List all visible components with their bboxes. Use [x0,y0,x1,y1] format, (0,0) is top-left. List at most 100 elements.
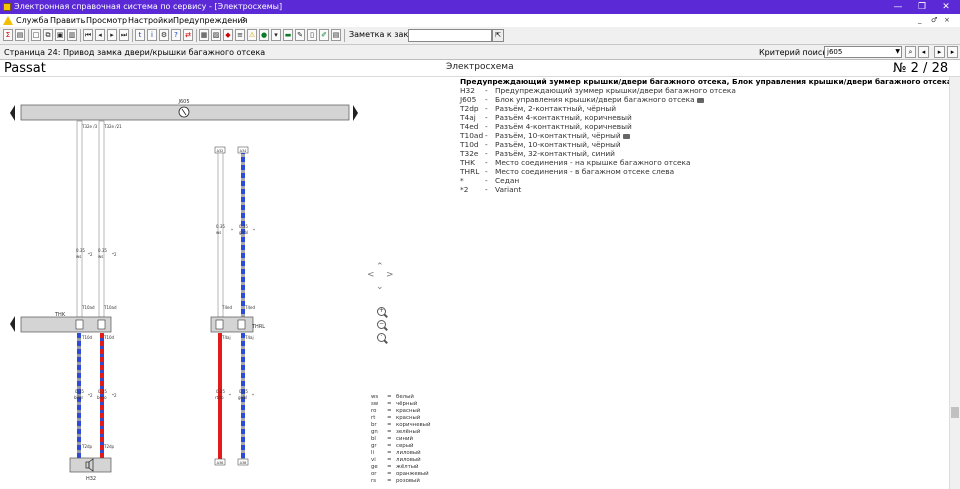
save-icon[interactable]: ▣ [55,29,65,41]
search-criteria-select[interactable]: j605 ▼ [824,46,902,58]
color-code: rt [371,415,376,421]
junction-label: THK [54,312,66,318]
search-icon[interactable]: ⌕ [905,46,916,58]
color-key-item: vi = лиловый [371,457,441,464]
wire-size-label: 0.35 [75,389,84,394]
legend-item: *2 - Variant [460,185,952,194]
pan-down-icon[interactable]: ⌄ [376,282,384,292]
legend-desc: Разъём, 2-контактный, чёрный [495,104,616,113]
order-note-button[interactable]: ⇱ [492,29,504,42]
legend-item: THRL - Место соединения - в багажном отсек… [460,167,952,176]
toolbar-separator [28,29,29,42]
wire-size-label: 0.35 [239,389,248,394]
legend-item: J605- Блок управления крышки/двери багажн… [460,95,952,104]
menu-service[interactable]: Служба [16,14,48,27]
title-bar: Электронная справочная система по сервис… [0,0,960,14]
search-next-icon[interactable]: ▸ [934,46,945,58]
info-icon[interactable]: i [147,29,157,41]
breadcrumb: Страница 24: Привод замка двери/крышки б… [4,48,266,57]
camera-icon[interactable] [622,133,630,139]
legend-desc: Место соединения - в багажном отсеке сле… [495,167,675,176]
legend-dash: - [485,185,488,194]
mdi-minimize-button[interactable]: _ [918,14,922,27]
stop-icon[interactable]: ◆ [223,29,233,41]
search-prev-icon[interactable]: ◂ [918,46,929,58]
menu-bar: Служба Править Просмотр Настройки Предуп… [0,14,960,27]
color-name: розовый [396,478,420,484]
wire-size-label: 0.35 [76,248,85,253]
bucket-icon[interactable]: ▾ [271,29,281,41]
minimize-button[interactable]: — [886,0,910,14]
color-eq: = [387,401,392,407]
junction-label: THRL [251,324,265,330]
warning-tool-icon[interactable]: ⚠ [247,29,257,41]
legend-dash: - [485,158,488,167]
jump-icon[interactable]: t [135,29,145,41]
new-page-icon[interactable]: □ [31,29,41,41]
copy-icon[interactable]: ⧉ [43,29,53,41]
vertical-scrollbar[interactable] [949,77,960,489]
color-eq: = [387,443,392,449]
color-key-item: rs = розовый [371,478,441,485]
last-page-icon[interactable]: ⏭ [119,29,129,41]
color-eq: = [387,429,392,435]
color-name: белый [396,394,414,400]
zoom-fit-icon[interactable]: · [377,333,386,342]
legend-code: H32 [460,86,475,95]
pan-right-icon[interactable]: > [386,270,394,280]
menu-view[interactable]: Просмотр [86,14,127,27]
document-header: Passat Электросхема № 2 / 28 [0,60,960,77]
swap-icon[interactable]: ⇄ [183,29,193,41]
legend-code: T4ed [460,122,479,131]
sigma-tool-icon[interactable]: Σ [3,29,13,41]
vehicle-model: Passat [4,61,46,76]
lower-pin-label: T10d [81,335,93,340]
print-preview-icon[interactable]: ▨ [211,29,221,41]
mdi-close-button[interactable]: × [944,14,950,27]
search-last-icon[interactable]: ▸ [947,46,958,58]
first-page-icon[interactable]: ⏮ [83,29,93,41]
camera-icon[interactable] [696,97,704,103]
legend-title: Предупреждающий зуммер крышки/двери бага… [460,77,952,86]
wire-size-label: 0.35 [216,389,225,394]
globe-icon[interactable]: ● [259,29,269,41]
legend-desc: Разъём, 32-контактный, синий [495,149,615,158]
report-icon[interactable]: ▤ [331,29,341,41]
car-icon[interactable]: ▬ [283,29,293,41]
help-icon[interactable]: ? [171,29,181,41]
scrollbar-thumb[interactable] [951,407,959,418]
close-button[interactable]: ✕ [934,0,958,14]
menu-settings[interactable]: Настройки [128,14,173,27]
zoom-in-icon[interactable]: + [377,307,386,316]
open-icon[interactable]: ▥ [67,29,77,41]
color-code: ge [371,464,378,470]
color-key-item: rt = красный [371,415,441,422]
menu-edit[interactable]: Править [50,14,85,27]
color-code: gr [371,443,377,449]
edit-icon[interactable]: ✐ [319,29,329,41]
warning-icon [3,16,13,25]
wire-gr-bl-right [241,153,245,317]
pan-left-icon[interactable]: < [367,270,375,280]
color-eq: = [387,436,392,442]
print-icon[interactable]: ▤ [15,29,25,41]
next-page-icon[interactable]: ▸ [107,29,117,41]
menu-warnings[interactable]: Предупреждения [173,14,247,27]
list-icon[interactable]: ≡ [235,29,245,41]
color-code: ws [371,394,379,400]
mdi-restore-button[interactable]: ♂ [931,14,937,27]
order-note-input[interactable] [408,29,492,42]
zoom-out-icon[interactable]: − [377,320,386,329]
legend-code: THK [460,158,475,167]
settings-icon[interactable]: ⚙ [159,29,169,41]
menu-help[interactable]: ? [241,14,245,27]
grid-icon[interactable]: ▦ [199,29,209,41]
pan-up-icon[interactable]: ⌃ [376,262,384,272]
maximize-button[interactable]: ❐ [910,0,934,14]
wrench-icon[interactable]: ✎ [295,29,305,41]
document-icon[interactable]: ▯ [307,29,317,41]
color-key-list: ws = белый sw = чёрный ro = красный rt = красный br =… [371,394,441,485]
component-legend: Предупреждающий зуммер крышки/двери бага… [460,77,952,194]
prev-page-icon[interactable]: ◂ [95,29,105,41]
junction-pin-label: T4ed [221,305,232,310]
